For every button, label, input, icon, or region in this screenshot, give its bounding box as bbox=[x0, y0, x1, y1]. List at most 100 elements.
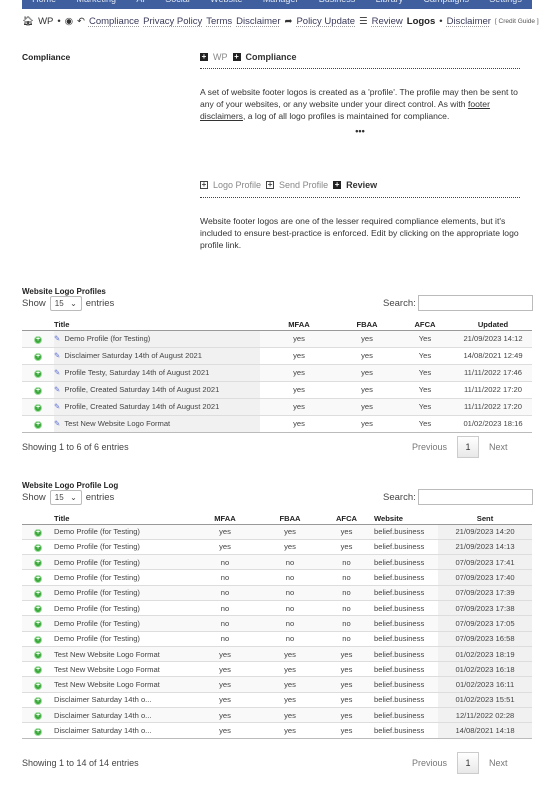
title-link[interactable]: Profile, Created Saturday 14th of August… bbox=[64, 402, 219, 411]
add-icon[interactable]: + bbox=[34, 589, 42, 598]
add-icon[interactable]: + bbox=[34, 420, 42, 429]
cell[interactable]: Demo Profile (for Testing) bbox=[54, 554, 189, 570]
col-mfaa[interactable]: MFAA bbox=[189, 513, 261, 525]
tab-review[interactable]: Review bbox=[346, 180, 377, 190]
crumb-privacy-policy[interactable]: Privacy Policy bbox=[143, 16, 202, 27]
tab-compliance[interactable]: Compliance bbox=[246, 52, 297, 62]
cell: 21/09/2023 14:12 bbox=[454, 329, 532, 347]
title-link[interactable]: Disclaimer Saturday 14th of August 2021 bbox=[64, 351, 202, 360]
crumb-policy-update[interactable]: Policy Update bbox=[296, 16, 355, 27]
nav-item[interactable]: Social bbox=[165, 0, 190, 4]
nav-item[interactable]: Settings bbox=[489, 0, 522, 4]
cell: yes bbox=[189, 523, 261, 540]
page-1-button[interactable]: 1 bbox=[457, 752, 480, 774]
col-sent[interactable]: Sent bbox=[438, 513, 532, 525]
cell[interactable]: Disclaimer Saturday 14th o... bbox=[54, 722, 189, 739]
add-icon[interactable]: + bbox=[34, 651, 42, 660]
col-website[interactable]: Website bbox=[374, 513, 438, 525]
cell[interactable]: Demo Profile (for Testing) bbox=[54, 630, 189, 647]
cell[interactable]: Demo Profile (for Testing) bbox=[54, 569, 189, 586]
add-icon[interactable]: + bbox=[34, 559, 42, 568]
add-icon[interactable]: + bbox=[34, 528, 42, 537]
cell[interactable]: Disclaimer Saturday 14th o... bbox=[54, 707, 189, 723]
cell[interactable]: Demo Profile (for Testing) bbox=[54, 599, 189, 616]
add-icon[interactable]: + bbox=[34, 696, 42, 705]
add-icon[interactable]: + bbox=[34, 543, 42, 552]
nav-item[interactable]: Library bbox=[376, 0, 404, 4]
search-input[interactable] bbox=[417, 489, 533, 505]
add-icon[interactable]: + bbox=[34, 352, 42, 361]
add-icon[interactable]: + bbox=[34, 403, 42, 412]
crumb-wp[interactable]: WP bbox=[38, 16, 53, 27]
col-title[interactable]: Title bbox=[54, 513, 189, 525]
tab-logo-profile[interactable]: Logo Profile bbox=[213, 180, 261, 190]
edit-icon[interactable]: ✎ bbox=[54, 402, 60, 411]
nav-item[interactable]: Website bbox=[210, 0, 242, 4]
previous-button[interactable]: Previous bbox=[412, 758, 447, 768]
edit-icon[interactable]: ✎ bbox=[54, 368, 60, 377]
col-updated[interactable]: Updated bbox=[454, 319, 532, 331]
crumb-terms[interactable]: Terms bbox=[206, 16, 232, 27]
add-icon[interactable]: + bbox=[34, 635, 42, 644]
entries-label: entries bbox=[85, 492, 115, 503]
next-button[interactable]: Next bbox=[489, 758, 508, 768]
globe-icon[interactable]: ◉ bbox=[65, 16, 73, 27]
nav-item[interactable]: Manager bbox=[263, 0, 299, 4]
cell[interactable]: Demo Profile (for Testing) bbox=[54, 523, 189, 540]
crumb-disclaimer-2[interactable]: Disclaimer bbox=[447, 16, 491, 27]
previous-button[interactable]: Previous bbox=[412, 442, 447, 452]
cell[interactable]: Test New Website Logo Format bbox=[54, 645, 189, 662]
title-link[interactable]: Test New Website Logo Format bbox=[64, 419, 170, 428]
nav-item[interactable]: Home bbox=[32, 0, 56, 4]
crumb-compliance[interactable]: Compliance bbox=[89, 16, 139, 27]
undo-icon[interactable]: ↶ bbox=[77, 16, 85, 27]
add-icon[interactable]: + bbox=[34, 369, 42, 378]
title-link[interactable]: Profile, Created Saturday 14th of August… bbox=[64, 385, 219, 394]
nav-item[interactable]: Business bbox=[319, 0, 356, 4]
add-icon[interactable]: + bbox=[34, 727, 42, 736]
col-fbaa[interactable]: FBAA bbox=[338, 319, 396, 331]
cell[interactable]: Test New Website Logo Format bbox=[54, 661, 189, 677]
add-icon[interactable]: + bbox=[34, 386, 42, 395]
cell[interactable]: Demo Profile (for Testing) bbox=[54, 615, 189, 632]
edit-icon[interactable]: ✎ bbox=[54, 351, 60, 360]
nav-item[interactable]: Campaigns bbox=[423, 0, 469, 4]
cell: yes bbox=[261, 538, 319, 555]
col-afca[interactable]: AFCA bbox=[396, 319, 454, 331]
col-afca[interactable]: AFCA bbox=[319, 513, 374, 525]
nav-item[interactable]: Marketing bbox=[77, 0, 117, 4]
credit-guide-link[interactable]: [ Credit Guide ] bbox=[495, 18, 539, 25]
col-fbaa[interactable]: FBAA bbox=[261, 513, 319, 525]
crumb-disclaimer[interactable]: Disclaimer bbox=[236, 16, 280, 27]
add-icon[interactable]: + bbox=[34, 681, 42, 690]
tab-wp[interactable]: WP bbox=[213, 52, 228, 62]
crumb-review[interactable]: Review bbox=[372, 16, 403, 27]
add-icon[interactable]: + bbox=[34, 605, 42, 614]
home-icon[interactable]: 🏠︎ bbox=[22, 16, 34, 27]
edit-icon[interactable]: ✎ bbox=[54, 385, 60, 394]
page-size-select[interactable]: 15 ⌄ bbox=[49, 296, 82, 311]
cell[interactable]: Disclaimer Saturday 14th o... bbox=[54, 691, 189, 708]
page-size-select[interactable]: 15 ⌄ bbox=[49, 490, 82, 505]
add-icon[interactable]: + bbox=[34, 712, 42, 721]
more-icon[interactable]: ••• bbox=[200, 126, 520, 136]
add-icon[interactable]: + bbox=[34, 335, 42, 344]
col-title[interactable]: Title bbox=[54, 319, 260, 331]
add-icon[interactable]: + bbox=[34, 574, 42, 583]
page-1-button[interactable]: 1 bbox=[457, 436, 480, 458]
nav-item[interactable]: AI bbox=[136, 0, 145, 4]
cell[interactable]: Test New Website Logo Format bbox=[54, 676, 189, 693]
cell[interactable]: Demo Profile (for Testing) bbox=[54, 584, 189, 601]
title-link[interactable]: Demo Profile (for Testing) bbox=[64, 334, 150, 343]
add-icon[interactable]: + bbox=[34, 666, 42, 675]
cell[interactable]: Demo Profile (for Testing) bbox=[54, 538, 189, 555]
next-button[interactable]: Next bbox=[489, 442, 508, 452]
edit-icon[interactable]: ✎ bbox=[54, 419, 60, 428]
tab-send-profile[interactable]: Send Profile bbox=[279, 180, 328, 190]
col-mfaa[interactable]: MFAA bbox=[260, 319, 338, 331]
title-link[interactable]: Profile Testy, Saturday 14th of August 2… bbox=[64, 368, 209, 377]
add-icon[interactable]: + bbox=[34, 620, 42, 629]
table-row: + Test New Website Logo Format yes yes yes be… bbox=[22, 645, 532, 662]
search-input[interactable] bbox=[417, 295, 533, 311]
edit-icon[interactable]: ✎ bbox=[54, 334, 60, 343]
